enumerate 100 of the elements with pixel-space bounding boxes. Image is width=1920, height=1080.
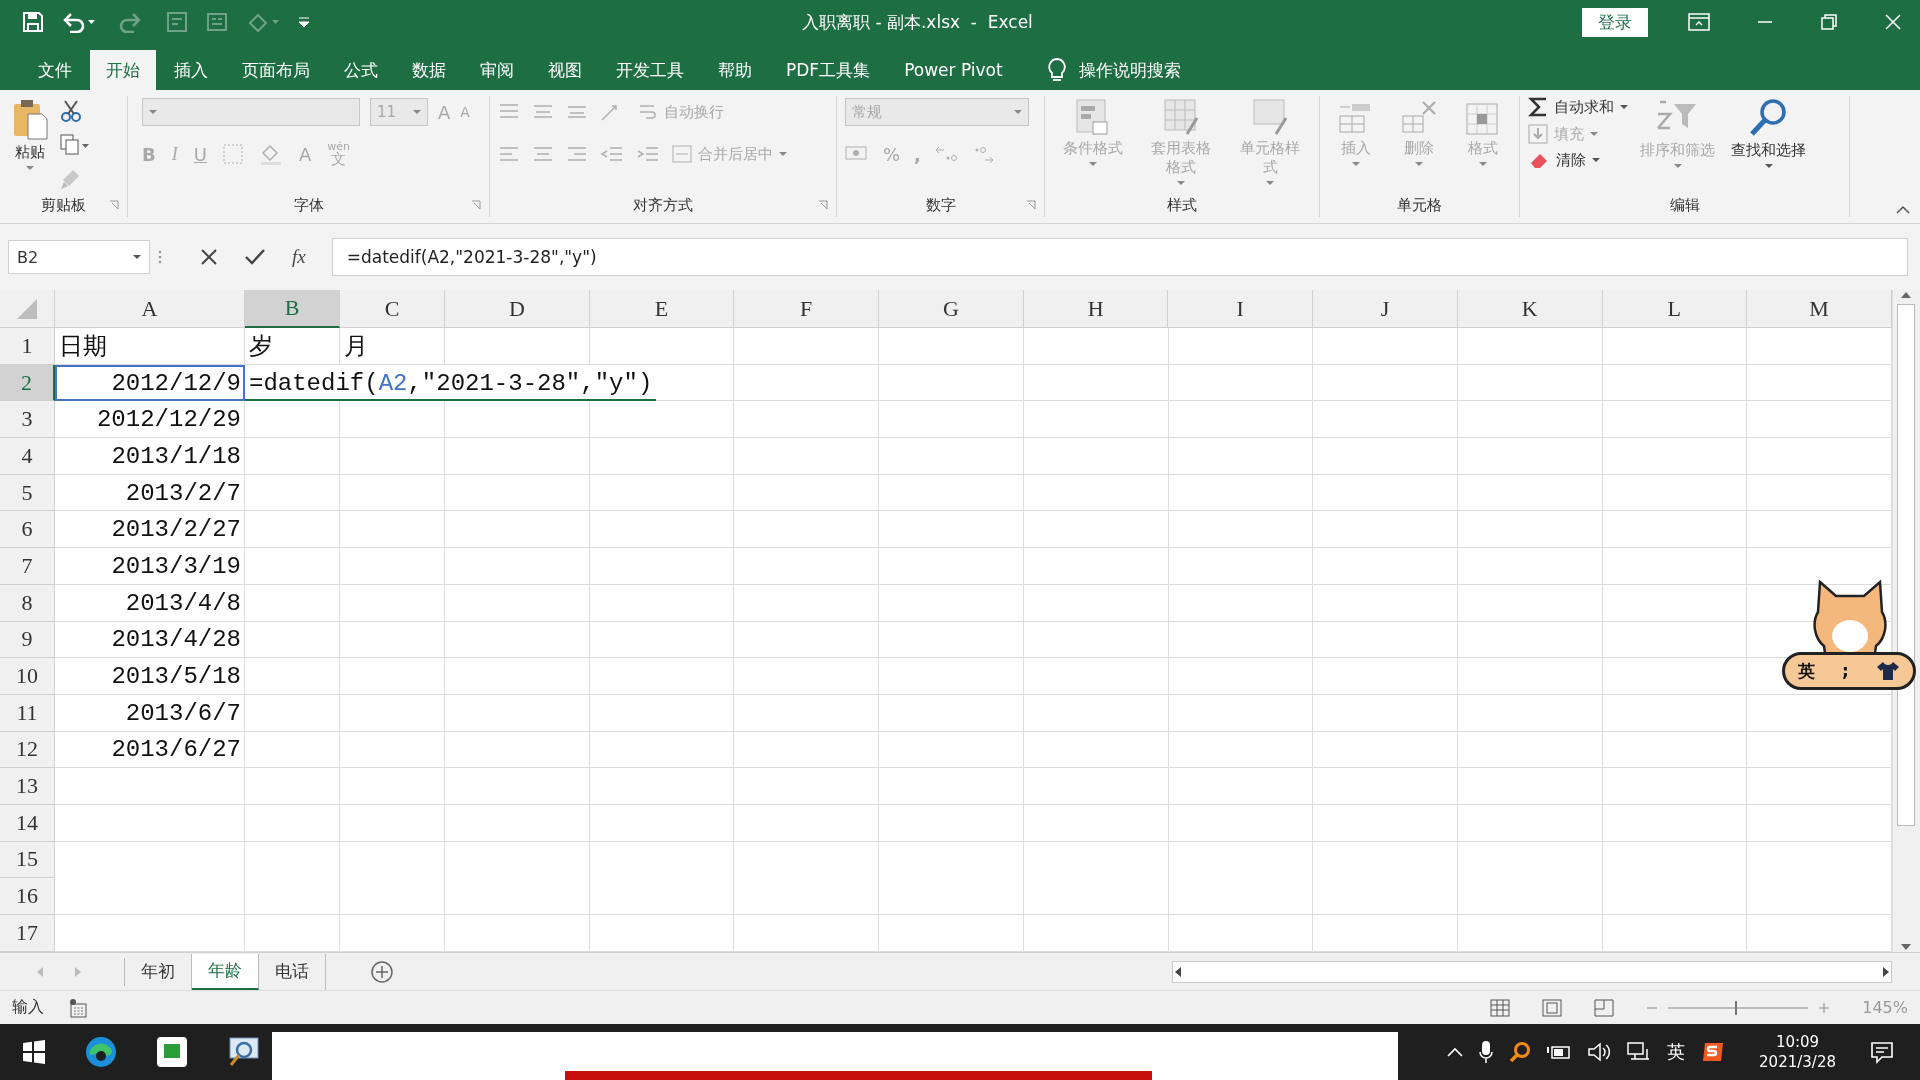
volume-icon[interactable] [1587, 1041, 1612, 1063]
ribbon-tab[interactable]: 公式 [328, 50, 394, 90]
save-icon[interactable] [22, 11, 44, 33]
browser-icon[interactable] [84, 1035, 118, 1069]
clear-button[interactable]: 清除 [1528, 150, 1628, 170]
ribbon-tab[interactable]: PDF工具集 [770, 50, 887, 90]
scrollbar-thumb[interactable] [1897, 304, 1916, 826]
form-icon[interactable] [166, 11, 188, 33]
row-header[interactable]: 6 [0, 511, 55, 549]
zoom-slider-thumb[interactable] [1735, 1000, 1738, 1015]
input-method-bar[interactable]: 英 ; [1782, 652, 1916, 690]
cell-editor[interactable]: =datedif(A2,"2021-3-28","y") [245, 364, 657, 402]
chevron-up-icon[interactable] [1447, 1047, 1464, 1057]
autosum-button[interactable]: 自动求和 [1528, 96, 1628, 118]
row-header[interactable]: 5 [0, 474, 55, 512]
find-select-button[interactable]: 查找和选择 [1727, 96, 1810, 171]
column-header[interactable]: C [340, 290, 445, 328]
sign-in-button[interactable]: 登录 [1582, 7, 1648, 37]
dialog-launcher-icon[interactable] [109, 200, 119, 210]
enter-icon[interactable] [244, 248, 266, 266]
magnifier-app-icon[interactable] [226, 1036, 260, 1068]
close-icon[interactable] [1884, 13, 1902, 31]
ribbon-tab[interactable]: 帮助 [702, 50, 768, 90]
row-header[interactable]: 14 [0, 804, 55, 842]
row-header[interactable]: 15 [0, 841, 55, 879]
row-header[interactable]: 8 [0, 584, 55, 622]
column-header[interactable]: E [589, 290, 735, 328]
start-icon[interactable] [22, 1040, 46, 1064]
page-layout-icon[interactable] [1542, 998, 1563, 1017]
ribbon-tab[interactable]: 文件 [22, 50, 88, 90]
microphone-icon[interactable] [1479, 1040, 1494, 1064]
column-header[interactable]: G [879, 290, 1024, 328]
row-header[interactable]: 13 [0, 768, 55, 805]
column-header[interactable]: J [1313, 290, 1458, 328]
column-header[interactable]: H [1023, 290, 1169, 328]
column-header[interactable]: M [1747, 290, 1892, 328]
input-language[interactable]: 英 [1667, 1040, 1686, 1064]
ribbon-options-icon[interactable] [1688, 13, 1710, 31]
ribbon-tab[interactable]: Power Pivot [888, 50, 1019, 90]
row-header[interactable]: 4 [0, 438, 55, 475]
row-header[interactable]: 2 [0, 364, 55, 402]
collapse-ribbon-icon[interactable] [1896, 205, 1910, 215]
row-header[interactable]: 1 [0, 328, 55, 365]
clock-date[interactable]: 2021/3/28 [1759, 1052, 1836, 1073]
page-break-icon[interactable] [1594, 998, 1615, 1017]
insert-function-button[interactable]: fx [292, 246, 306, 268]
ribbon-tab[interactable]: 页面布局 [226, 50, 326, 90]
copy-icon[interactable] [60, 134, 90, 156]
horizontal-scrollbar[interactable] [1172, 960, 1892, 983]
font-name-field[interactable] [142, 98, 360, 126]
ribbon-tab[interactable]: 开发工具 [600, 50, 700, 90]
row-header[interactable]: 10 [0, 658, 55, 695]
ribbon-tab[interactable]: 开始 [90, 50, 156, 90]
cancel-icon[interactable] [200, 248, 218, 266]
scissors-icon[interactable] [60, 100, 82, 122]
clock-time[interactable]: 10:09 [1775, 1031, 1820, 1052]
scroll-right-icon[interactable] [1881, 965, 1891, 978]
macro-record-icon[interactable] [68, 997, 88, 1018]
ribbon-tab[interactable]: 数据 [396, 50, 462, 90]
undo-icon[interactable] [62, 11, 96, 33]
row-header[interactable]: 12 [0, 731, 55, 769]
ribbon-tab[interactable]: 视图 [532, 50, 598, 90]
paste-button[interactable]: 粘贴 [8, 96, 52, 173]
add-sheet-icon[interactable] [370, 959, 394, 984]
sheet-tab[interactable]: 年龄 [192, 953, 259, 990]
scroll-left-icon[interactable] [1173, 965, 1183, 978]
formula-input[interactable]: =datedif(A2,"2021-3-28","y") [331, 238, 1908, 276]
row-header[interactable]: 11 [0, 694, 55, 732]
window-thumbnail[interactable] [272, 1032, 1398, 1080]
dialog-launcher-icon[interactable] [1026, 200, 1036, 210]
column-header[interactable]: F [734, 290, 880, 328]
more-icon[interactable] [158, 249, 162, 265]
dialog-launcher-icon[interactable] [818, 200, 828, 210]
battery-icon[interactable] [1547, 1043, 1572, 1061]
row-header[interactable]: 7 [0, 548, 55, 585]
column-header[interactable]: B [245, 290, 340, 328]
notification-icon[interactable] [1870, 1040, 1894, 1064]
chat-app-icon[interactable] [156, 1036, 188, 1068]
tell-me-search[interactable]: 操作说明搜索 [1078, 58, 1181, 82]
network-icon[interactable] [1627, 1041, 1652, 1063]
column-header[interactable]: A [55, 290, 245, 328]
name-box[interactable]: B2 [8, 240, 150, 274]
row-header[interactable]: 9 [0, 621, 55, 659]
column-header[interactable]: K [1457, 290, 1603, 328]
row-header[interactable]: 17 [0, 915, 55, 952]
search-icon[interactable] [1509, 1041, 1532, 1063]
column-header[interactable]: I [1168, 290, 1314, 328]
restore-icon[interactable] [1820, 13, 1838, 31]
sheet-tab[interactable]: 电话 [259, 953, 326, 990]
form-icon[interactable] [206, 11, 228, 33]
input-method-icon[interactable] [1701, 1040, 1726, 1064]
customize-icon[interactable] [298, 15, 310, 29]
column-header[interactable]: D [445, 290, 590, 328]
dialog-launcher-icon[interactable] [471, 200, 481, 210]
row-header[interactable]: 3 [0, 401, 55, 439]
zoom-in-icon[interactable] [1818, 1001, 1831, 1014]
column-header[interactable]: L [1602, 290, 1748, 328]
ribbon-tab[interactable]: 审阅 [464, 50, 530, 90]
fill-color-icon[interactable] [258, 143, 283, 165]
row-header[interactable]: 16 [0, 878, 55, 915]
